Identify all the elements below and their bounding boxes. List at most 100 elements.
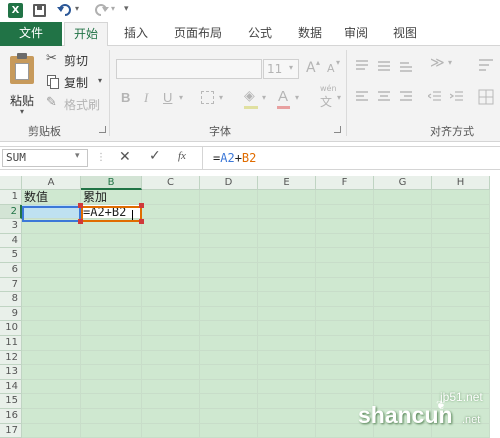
cell-f8[interactable] [316, 292, 374, 307]
cell-b11[interactable] [81, 336, 142, 351]
cell-a4[interactable] [22, 233, 81, 249]
cell-b15[interactable] [81, 394, 142, 409]
cell-f13[interactable] [316, 365, 374, 380]
cell-e5[interactable] [258, 248, 316, 263]
cell-f4[interactable] [316, 233, 374, 249]
cut-button[interactable]: ✂ 剪切 [46, 51, 106, 70]
copy-button[interactable]: 复制 ▾ [46, 74, 112, 92]
paste-dropdown-arrow[interactable]: ▾ [20, 107, 24, 116]
cell-a3[interactable] [22, 219, 81, 234]
cell-h4[interactable] [432, 233, 490, 249]
cell-f10[interactable] [316, 321, 374, 336]
cell-a12[interactable] [22, 350, 81, 366]
cell-h8[interactable] [432, 292, 490, 307]
column-header-f[interactable]: F [316, 176, 374, 190]
cell-a13[interactable] [22, 365, 81, 380]
fill-color-icon[interactable]: ◈ [244, 88, 255, 104]
cell-f11[interactable] [316, 336, 374, 351]
name-box-dropdown-arrow[interactable]: ▾ [75, 151, 80, 161]
cell-f5[interactable] [316, 248, 374, 263]
row-header-13[interactable]: 13 [0, 365, 22, 380]
cell-d9[interactable] [200, 306, 258, 322]
cell-e11[interactable] [258, 336, 316, 351]
row-header-3[interactable]: 3 [0, 219, 22, 234]
cell-g13[interactable] [374, 365, 432, 380]
cell-e1[interactable] [258, 190, 316, 205]
cell-e10[interactable] [258, 321, 316, 336]
cell-g1[interactable] [374, 190, 432, 205]
paste-button[interactable]: 粘贴 ▾ [4, 50, 42, 118]
font-launcher-icon[interactable] [334, 126, 341, 133]
cell-h3[interactable] [432, 219, 490, 234]
cell-b16[interactable] [81, 409, 142, 424]
clipboard-launcher-icon[interactable] [99, 126, 106, 133]
cell-b13[interactable] [81, 365, 142, 380]
shrink-font-button[interactable]: A [327, 62, 335, 75]
cell-b1[interactable]: 累加 [81, 190, 142, 205]
tab-home[interactable]: 开始 [64, 22, 108, 47]
cell-g10[interactable] [374, 321, 432, 336]
row-header-1[interactable]: 1 [0, 190, 22, 205]
excel-icon[interactable]: X [8, 3, 23, 18]
cell-g7[interactable] [374, 277, 432, 293]
borders-icon[interactable] [201, 91, 214, 104]
cell-f2[interactable] [316, 204, 374, 220]
redo-dropdown[interactable]: ▾ [111, 4, 115, 13]
cell-b17[interactable] [81, 423, 142, 438]
cell-g12[interactable] [374, 350, 432, 366]
italic-button[interactable]: I [144, 90, 148, 106]
cell-g9[interactable] [374, 306, 432, 322]
cell-d17[interactable] [200, 423, 258, 438]
cell-f6[interactable] [316, 263, 374, 278]
column-header-e[interactable]: E [258, 176, 316, 190]
cell-a7[interactable] [22, 277, 81, 293]
row-header-9[interactable]: 9 [0, 306, 22, 322]
cell-a5[interactable] [22, 248, 81, 263]
cell-d10[interactable] [200, 321, 258, 336]
tab-page-layout[interactable]: 页面布局 [164, 22, 232, 46]
cell-c2[interactable] [142, 204, 200, 220]
cell-h9[interactable] [432, 306, 490, 322]
align-middle-icon[interactable] [377, 60, 391, 72]
cell-e9[interactable] [258, 306, 316, 322]
insert-function-button[interactable]: fx [178, 150, 186, 162]
grow-font-button[interactable]: A [306, 60, 316, 76]
cell-c4[interactable] [142, 233, 200, 249]
cell-c17[interactable] [142, 423, 200, 438]
column-header-d[interactable]: D [200, 176, 258, 190]
tab-insert[interactable]: 插入 [114, 22, 158, 46]
cell-e13[interactable] [258, 365, 316, 380]
cell-h12[interactable] [432, 350, 490, 366]
cell-h13[interactable] [432, 365, 490, 380]
cell-c13[interactable] [142, 365, 200, 380]
cell-e14[interactable] [258, 379, 316, 395]
cell-g6[interactable] [374, 263, 432, 278]
cell-a1[interactable]: 数值 [22, 190, 81, 205]
cell-g11[interactable] [374, 336, 432, 351]
cell-d7[interactable] [200, 277, 258, 293]
cell-c15[interactable] [142, 394, 200, 409]
row-header-17[interactable]: 17 [0, 423, 22, 438]
row-header-12[interactable]: 12 [0, 350, 22, 366]
cell-h11[interactable] [432, 336, 490, 351]
column-header-h[interactable]: H [432, 176, 490, 190]
tab-review[interactable]: 审阅 [336, 22, 376, 46]
cell-c9[interactable] [142, 306, 200, 322]
copy-dropdown-arrow[interactable]: ▾ [98, 76, 102, 85]
cell-a2[interactable] [22, 204, 81, 220]
cell-f7[interactable] [316, 277, 374, 293]
row-header-7[interactable]: 7 [0, 277, 22, 293]
cell-c3[interactable] [142, 219, 200, 234]
cell-b9[interactable] [81, 306, 142, 322]
cell-b14[interactable] [81, 379, 142, 395]
cell-c16[interactable] [142, 409, 200, 424]
row-header-6[interactable]: 6 [0, 263, 22, 278]
cell-b12[interactable] [81, 350, 142, 366]
cell-e6[interactable] [258, 263, 316, 278]
merge-center-icon[interactable] [478, 89, 494, 105]
cell-c7[interactable] [142, 277, 200, 293]
cell-c6[interactable] [142, 263, 200, 278]
align-center-icon[interactable] [377, 91, 391, 103]
row-header-10[interactable]: 10 [0, 321, 22, 336]
row-header-8[interactable]: 8 [0, 292, 22, 307]
